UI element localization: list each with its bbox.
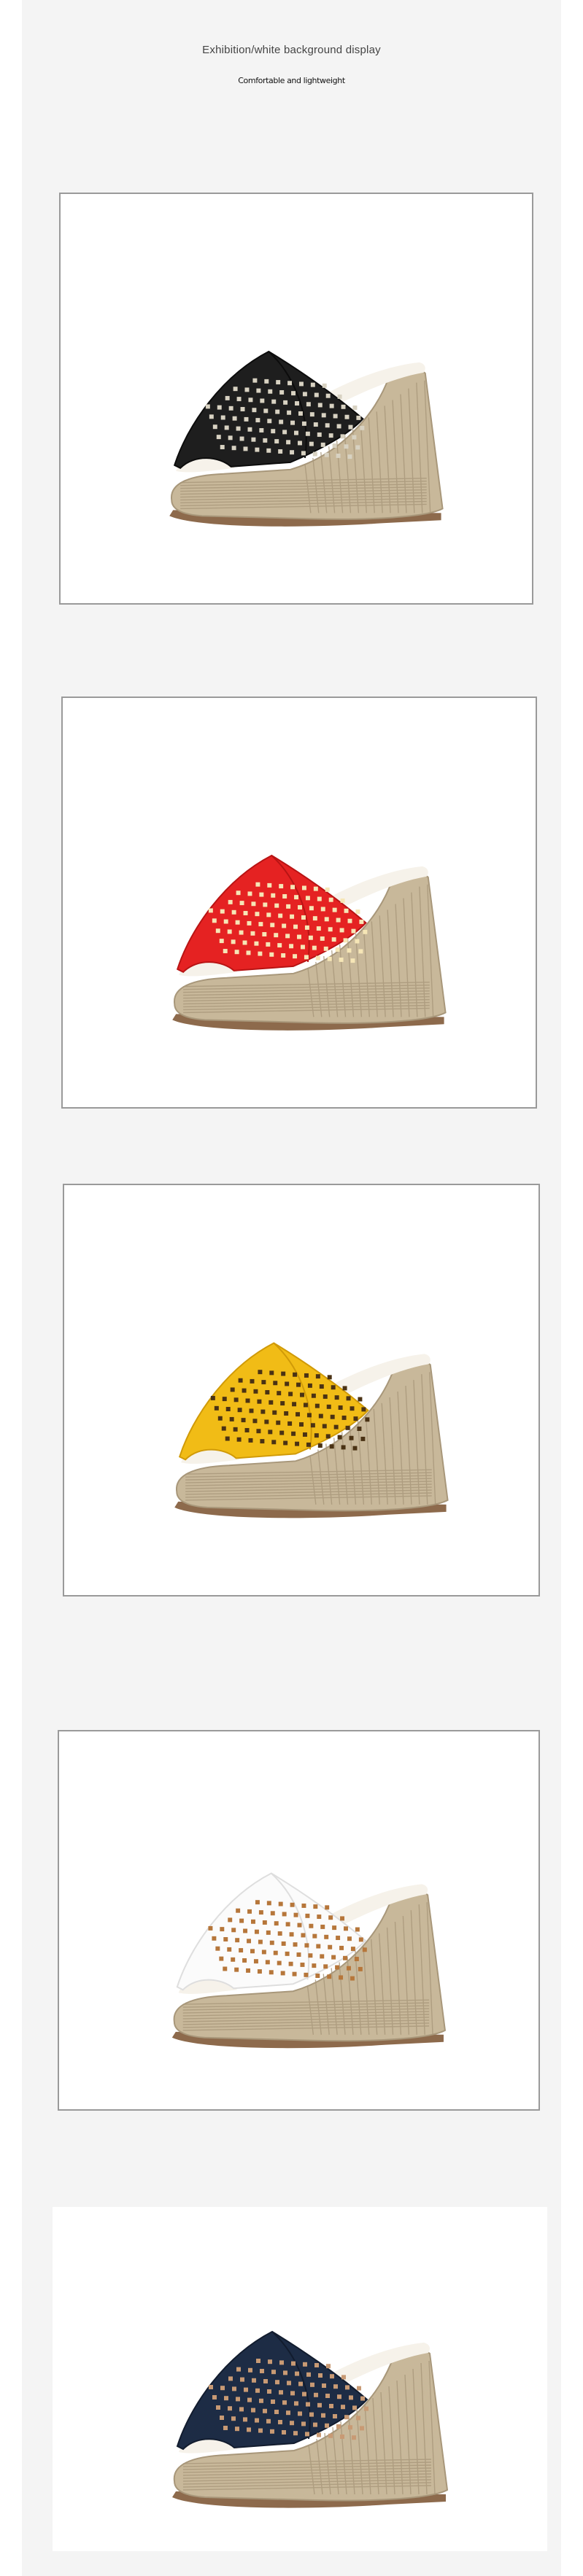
product-image-navy: [172, 2330, 449, 2508]
section-heading: Exhibition/white background display: [202, 44, 381, 56]
product-card-black: [59, 193, 533, 605]
product-image-red: [172, 854, 447, 1031]
product-card-white: [58, 1730, 540, 2111]
product-image-white: [171, 1872, 447, 2049]
shoe-group: [172, 2330, 449, 2508]
section-subheading: Comfortable and lightweight: [238, 76, 345, 85]
shoe-group: [172, 854, 447, 1031]
product-card-red: [61, 697, 537, 1109]
product-image-black: [169, 350, 444, 527]
shoe-group: [174, 1342, 449, 1518]
shoe-group: [171, 1872, 447, 2049]
product-card-navy: [53, 2207, 547, 2551]
product-card-yellow: [63, 1184, 540, 1597]
shoe-group: [169, 350, 444, 527]
product-image-yellow: [174, 1342, 449, 1518]
